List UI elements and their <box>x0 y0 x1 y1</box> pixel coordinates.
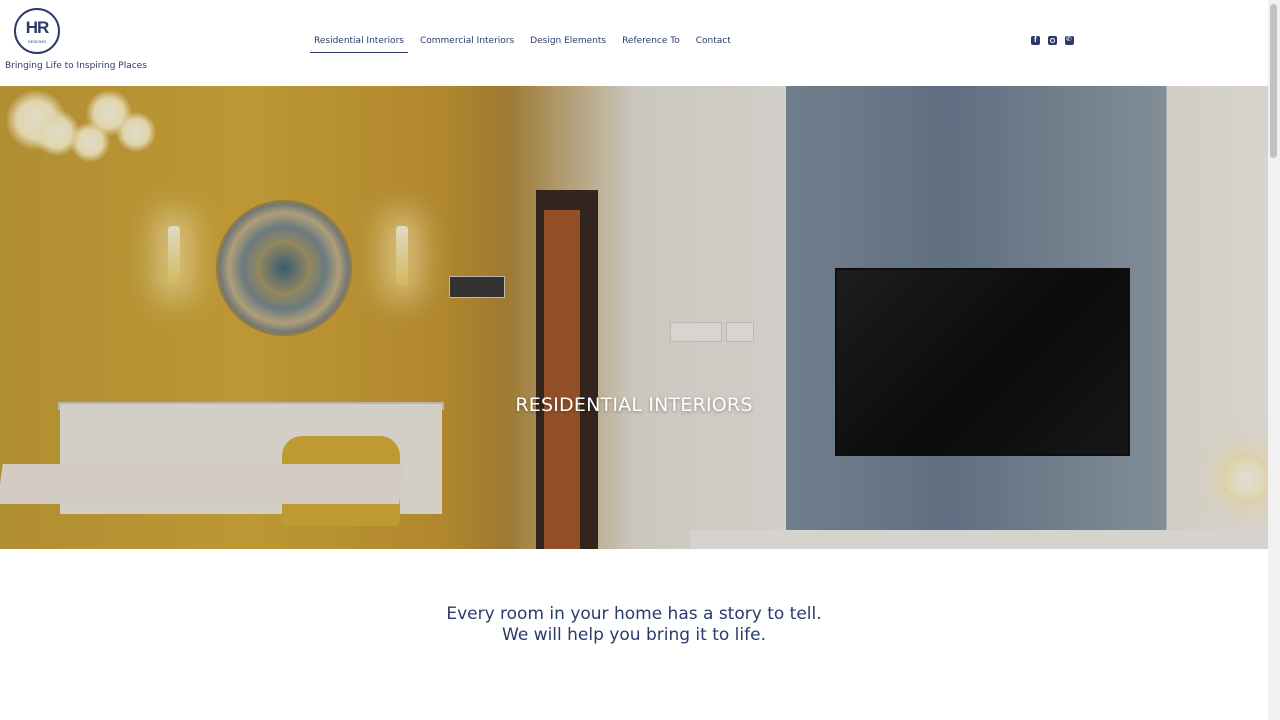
nav-commercial-interiors[interactable]: Commercial Interiors <box>416 33 518 53</box>
social-links <box>1031 35 1074 45</box>
intro-line-1: Every room in your home has a story to t… <box>446 604 822 624</box>
hero-title: RESIDENTIAL INTERIORS <box>515 394 753 416</box>
instagram-icon[interactable] <box>1048 36 1057 45</box>
main-nav: Residential Interiors Commercial Interio… <box>310 33 735 53</box>
logo-initials: HR <box>25 18 50 37</box>
facebook-icon[interactable] <box>1031 35 1040 45</box>
logo-subtitle: DESIGNS <box>27 39 46 44</box>
site-header: HR DESIGNS Bringing Life to Inspiring Pl… <box>0 0 1268 86</box>
nav-reference-to[interactable]: Reference To <box>618 33 684 53</box>
intro-section: Every room in your home has a story to t… <box>0 604 1268 646</box>
nav-residential-interiors[interactable]: Residential Interiors <box>310 33 408 53</box>
nav-contact[interactable]: Contact <box>692 33 735 53</box>
logo[interactable]: HR DESIGNS <box>14 8 60 54</box>
tagline: Bringing Life to Inspiring Places <box>5 61 147 71</box>
hero-overlay <box>0 86 1268 549</box>
scrollbar-thumb[interactable] <box>1270 4 1277 158</box>
intro-line-2: We will help you bring it to life. <box>502 625 766 645</box>
nav-design-elements[interactable]: Design Elements <box>526 33 610 53</box>
hero-banner: RESIDENTIAL INTERIORS <box>0 86 1268 549</box>
page-scrollbar[interactable] <box>1268 0 1280 720</box>
phone-icon[interactable] <box>1065 35 1074 45</box>
